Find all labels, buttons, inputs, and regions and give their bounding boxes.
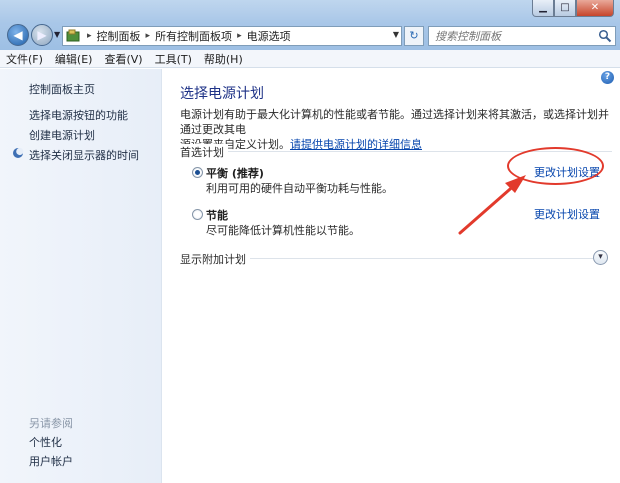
power-plan-info-link[interactable]: 请提供电源计划的详细信息	[290, 138, 422, 151]
title-bar: ▁ □ ✕ ◀ ▶ ▼ ▸ 控制面板 ▸ 所有控制面板项 ▸ 电源选项 ▼ ↻	[0, 0, 620, 50]
breadcrumb-power-options[interactable]: 电源选项	[247, 28, 291, 44]
menu-bar: 文件(F) 编辑(E) 查看(V) 工具(T) 帮助(H)	[0, 50, 620, 68]
forward-arrow-icon[interactable]: ▶	[31, 24, 53, 46]
plan-power-saver-name[interactable]: 节能	[206, 207, 228, 223]
sidebar-item-create-plan[interactable]: 创建电源计划	[29, 127, 95, 143]
plan-power-saver-description: 尽可能降低计算机性能以节能。	[206, 224, 360, 237]
control-panel-icon	[64, 27, 82, 45]
see-also-label: 另请参阅	[29, 417, 73, 430]
group-divider	[180, 151, 612, 152]
breadcrumb-chevron-icon: ▸	[145, 31, 151, 41]
plan-balanced-description: 利用可用的硬件自动平衡功耗与性能。	[206, 182, 393, 195]
search-icon[interactable]	[598, 29, 612, 43]
back-arrow-icon[interactable]: ◀	[7, 24, 29, 46]
help-icon[interactable]: ?	[601, 71, 614, 84]
plan-balanced-name[interactable]: 平衡 (推荐)	[206, 165, 264, 181]
search-input[interactable]	[433, 27, 593, 45]
sidebar-item-user-accounts[interactable]: 用户帐户	[29, 453, 73, 469]
description-line-1: 电源计划有助于最大化计算机的性能或者节能。通过选择计划来将其激活，或选择计划并通…	[180, 108, 609, 136]
show-additional-plans-label[interactable]: 显示附加计划	[180, 251, 250, 267]
plan-power-saver-radio[interactable]	[192, 209, 203, 220]
balanced-change-plan-settings-link[interactable]: 更改计划设置	[534, 164, 600, 180]
address-dropdown-icon[interactable]: ▼	[393, 30, 399, 39]
page-description: 电源计划有助于最大化计算机的性能或者节能。通过选择计划来将其激活，或选择计划并通…	[180, 107, 612, 152]
menu-help[interactable]: 帮助(H)	[204, 51, 243, 67]
window-controls: ▁ □ ✕	[532, 0, 614, 17]
preferred-plans-label: 首选计划	[180, 144, 228, 160]
breadcrumb-all-items[interactable]: 所有控制面板项	[155, 28, 232, 44]
menu-view[interactable]: 查看(V)	[104, 51, 142, 67]
display-moon-icon	[13, 147, 24, 158]
sidebar-item-display-off-time[interactable]: 选择关闭显示器的时间	[29, 147, 139, 163]
sidebar-item-control-panel-home[interactable]: 控制面板主页	[29, 81, 95, 97]
page-title: 选择电源计划	[180, 86, 264, 102]
main-content: ? 选择电源计划 电源计划有助于最大化计算机的性能或者节能。通过选择计划来将其激…	[163, 69, 620, 483]
maximize-icon[interactable]: □	[554, 0, 576, 17]
menu-tools[interactable]: 工具(T)	[155, 51, 192, 67]
close-icon[interactable]: ✕	[576, 0, 614, 17]
minimize-icon[interactable]: ▁	[532, 0, 554, 17]
menu-edit[interactable]: 编辑(E)	[55, 51, 93, 67]
sidebar-item-power-buttons[interactable]: 选择电源按钮的功能	[29, 107, 128, 123]
search-box[interactable]	[428, 26, 616, 46]
menu-file[interactable]: 文件(F)	[6, 51, 43, 67]
expand-chevron-icon[interactable]: ▾	[593, 250, 608, 265]
power-saver-change-plan-settings-link[interactable]: 更改计划设置	[534, 206, 600, 222]
breadcrumb-control-panel[interactable]: 控制面板	[97, 28, 141, 44]
refresh-icon[interactable]: ↻	[404, 26, 424, 46]
breadcrumb-chevron-icon: ▸	[237, 31, 242, 41]
breadcrumb-chevron-icon: ▸	[87, 31, 92, 41]
plan-balanced-radio[interactable]	[192, 167, 203, 178]
address-bar[interactable]: ▸ 控制面板 ▸ 所有控制面板项 ▸ 电源选项 ▼	[62, 26, 402, 46]
sidebar-item-personalization[interactable]: 个性化	[29, 434, 62, 450]
left-nav-pane: 控制面板主页 选择电源按钮的功能 创建电源计划 选择关闭显示器的时间 另请参阅 …	[0, 69, 162, 483]
